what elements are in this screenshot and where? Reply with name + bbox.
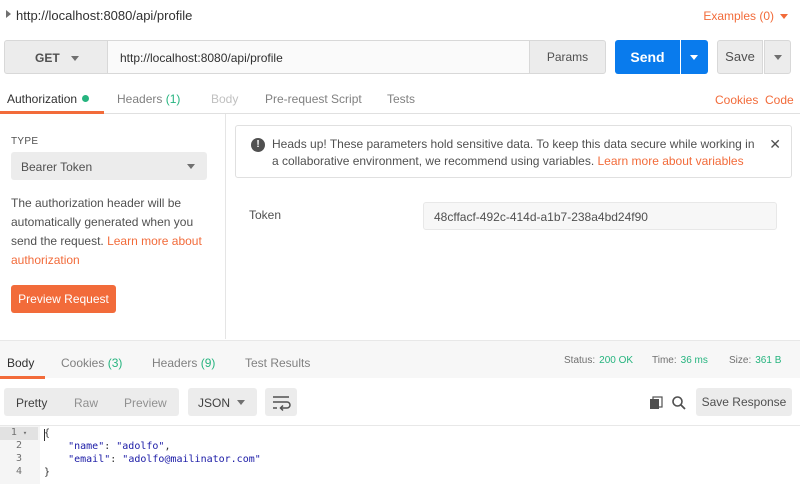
- tab-headers[interactable]: Headers (1): [117, 92, 180, 106]
- method-select[interactable]: GET: [4, 40, 108, 74]
- alert-message: Heads up! These parameters hold sensitiv…: [272, 137, 755, 168]
- learn-more-variables-link[interactable]: Learn more about variables: [598, 154, 744, 168]
- save-response-button[interactable]: Save Response: [696, 388, 792, 416]
- fold-arrow-icon[interactable]: ▾: [23, 429, 27, 437]
- save-button[interactable]: Save: [717, 40, 763, 74]
- tab-response-headers[interactable]: Headers (9): [152, 356, 215, 370]
- wrap-lines-button[interactable]: [265, 388, 297, 416]
- type-label: TYPE: [11, 136, 39, 147]
- status-readout: Status: 200 OK: [564, 355, 634, 366]
- code-line: {: [44, 428, 51, 439]
- send-button[interactable]: Send: [615, 40, 680, 74]
- code-link[interactable]: Code: [765, 93, 794, 107]
- active-dot-icon: [82, 95, 90, 102]
- line-number: 1 ▾: [0, 427, 38, 440]
- preview-request-button[interactable]: Preview Request: [11, 285, 116, 313]
- line-number-gutter: 1 ▾ 2 3 4: [0, 426, 40, 484]
- tab-tests[interactable]: Tests: [387, 92, 415, 106]
- wrap-lines-icon: [273, 396, 291, 412]
- format-select[interactable]: JSON: [188, 388, 257, 416]
- chevron-down-icon: [774, 55, 782, 60]
- url-input[interactable]: http://localhost:8080/api/profile: [108, 40, 530, 74]
- tab-prerequest-script[interactable]: Pre-request Script: [265, 92, 362, 106]
- chevron-down-icon: [71, 56, 79, 61]
- save-options-button[interactable]: [764, 40, 791, 74]
- tab-test-results[interactable]: Test Results: [245, 356, 310, 370]
- token-label: Token: [249, 208, 282, 222]
- request-title-bar: http://localhost:8080/api/profile Exampl…: [0, 0, 800, 32]
- tab-authorization[interactable]: Authorization: [7, 92, 90, 106]
- line-number: 2: [15, 440, 23, 451]
- cookies-link[interactable]: Cookies: [715, 93, 758, 107]
- response-tabs: Body Cookies (3) Headers (9) Test Result…: [0, 340, 800, 379]
- line-number: 4: [15, 466, 23, 477]
- code-line: "name": "adolfo",: [68, 441, 171, 452]
- examples-dropdown[interactable]: Examples (0): [703, 9, 788, 23]
- code-line: "email": "adolfo@mailinator.com": [68, 454, 261, 465]
- request-tabs: Authorization Headers (1) Body Pre-reque…: [0, 84, 800, 114]
- response-body-editor[interactable]: 1 ▾ 2 3 4 { "name": "adolfo", "email": "…: [0, 425, 800, 484]
- raw-button[interactable]: Raw: [74, 396, 98, 410]
- chevron-down-icon: [690, 55, 698, 60]
- tab-response-body[interactable]: Body: [7, 356, 34, 370]
- params-button[interactable]: Params: [529, 40, 606, 74]
- request-title[interactable]: http://localhost:8080/api/profile: [16, 8, 192, 23]
- token-input[interactable]: 48cffacf-492c-414d-a1b7-238a4bd24f90: [423, 202, 777, 230]
- collapse-caret-icon[interactable]: [6, 10, 11, 18]
- copy-icon[interactable]: [649, 396, 663, 410]
- pretty-button[interactable]: Pretty: [16, 396, 47, 410]
- send-options-button[interactable]: [681, 40, 708, 74]
- tab-body[interactable]: Body: [211, 92, 238, 106]
- code-line: }: [44, 467, 51, 478]
- chevron-down-icon: [187, 164, 195, 169]
- warning-icon: !: [251, 138, 265, 152]
- chevron-down-icon: [237, 400, 245, 405]
- auth-description: The authorization header will be automat…: [11, 196, 202, 267]
- preview-button[interactable]: Preview: [124, 396, 167, 410]
- sensitive-data-alert: ! Heads up! These parameters hold sensit…: [235, 125, 792, 178]
- search-icon[interactable]: [671, 395, 687, 411]
- tab-response-cookies[interactable]: Cookies (3): [61, 356, 122, 370]
- active-tab-indicator: [0, 376, 45, 379]
- size-readout: Size: 361 B: [729, 355, 782, 366]
- view-mode-group: Pretty Raw Preview: [4, 388, 179, 416]
- time-readout: Time: 36 ms: [652, 355, 708, 366]
- line-number: 3: [15, 453, 23, 464]
- chevron-down-icon: [780, 14, 788, 20]
- close-icon[interactable]: ✕: [769, 136, 781, 153]
- auth-type-select[interactable]: Bearer Token: [11, 152, 207, 180]
